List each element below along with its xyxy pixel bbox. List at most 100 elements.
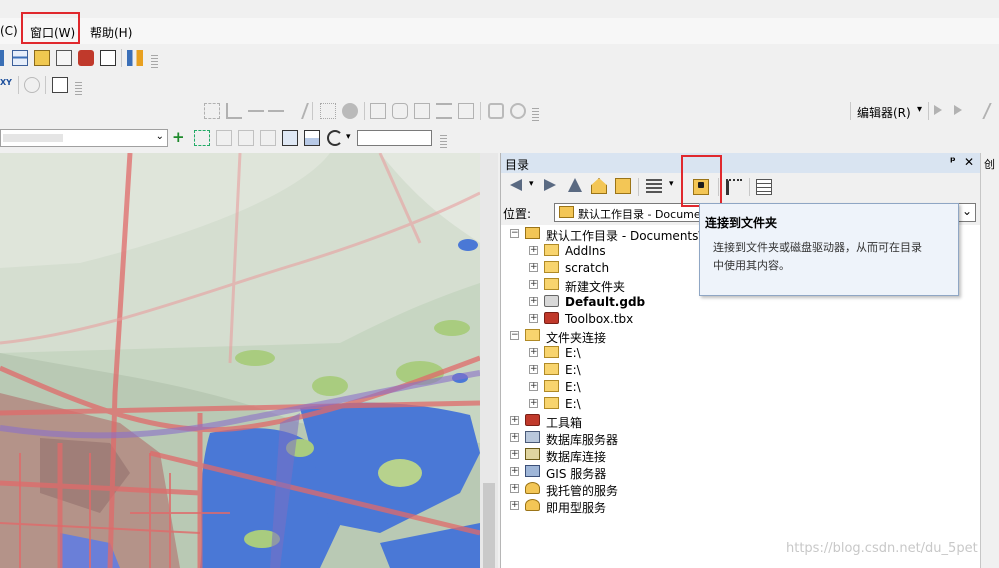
folder-icon [544, 380, 559, 392]
expand-icon[interactable]: + [510, 450, 519, 459]
up-one-level-icon[interactable] [568, 178, 582, 192]
tree-item[interactable]: + 数据库连接 [501, 447, 976, 464]
toggle-contents-icon[interactable] [726, 179, 742, 195]
back-icon[interactable] [508, 179, 522, 191]
side-panel-strip: 创 [980, 153, 999, 568]
view-dropdown-arrow[interactable]: ▾ [669, 179, 674, 189]
expand-icon[interactable]: + [529, 314, 538, 323]
edge-tool-icon[interactable] [226, 103, 242, 119]
rotate-icon[interactable] [327, 130, 343, 146]
editor-menu[interactable]: 编辑器(R) [857, 104, 911, 121]
tree-item[interactable]: − 文件夹连接 [501, 328, 976, 345]
tree-item[interactable]: + Default.gdb [501, 294, 976, 311]
rotation-angle-input[interactable] [357, 130, 432, 146]
zoom-to-link-icon[interactable] [238, 130, 254, 146]
align-edge-icon[interactable] [436, 103, 452, 119]
expand-icon[interactable]: + [529, 348, 538, 357]
time-slider-icon[interactable] [24, 77, 40, 93]
go-to-xy-icon[interactable]: XY [0, 78, 12, 94]
auto-registration-icon[interactable] [194, 130, 210, 146]
menu-item-help[interactable]: 帮助(H) [90, 24, 132, 41]
expand-icon[interactable]: + [510, 433, 519, 442]
line-tool-icon[interactable] [287, 103, 309, 119]
forward-icon[interactable] [544, 179, 556, 191]
rotate-tool-icon[interactable] [392, 103, 408, 119]
magnifier-window-icon[interactable] [52, 77, 68, 93]
link-table-icon[interactable] [304, 130, 320, 146]
edit-tool-icon[interactable] [934, 105, 942, 115]
map-view[interactable] [0, 153, 480, 568]
expand-icon[interactable]: + [529, 382, 538, 391]
vertex-tool-icon[interactable] [320, 103, 336, 119]
menu-item-customize[interactable]: (C) [0, 24, 18, 38]
collapse-icon[interactable]: − [510, 331, 519, 340]
tree-item[interactable]: + Toolbox.tbx [501, 311, 976, 328]
add-control-point-icon[interactable]: + [172, 130, 188, 146]
tree-item[interactable]: + E:\ [501, 362, 976, 379]
validate-topology-icon[interactable] [342, 103, 358, 119]
expand-icon[interactable]: + [510, 467, 519, 476]
tree-item[interactable]: + 工具箱 [501, 413, 976, 430]
toolbar-options-grip[interactable] [151, 55, 158, 69]
search-window-icon[interactable] [56, 50, 72, 66]
scrollbar-thumb[interactable] [483, 483, 495, 568]
expand-icon[interactable]: + [529, 246, 538, 255]
toolbar-options-grip[interactable] [75, 82, 82, 96]
expand-icon[interactable]: + [529, 280, 538, 289]
collapse-icon[interactable]: − [510, 229, 519, 238]
home-icon[interactable] [591, 178, 607, 194]
model-builder-icon[interactable] [127, 50, 143, 66]
viewer-icon[interactable] [282, 130, 298, 146]
fix-error-icon[interactable] [370, 103, 386, 119]
tree-item[interactable]: + GIS 服务器 [501, 464, 976, 481]
db-connection-icon [525, 448, 540, 460]
reshape-edge-icon[interactable] [458, 103, 474, 119]
straight-segment-icon[interactable] [968, 103, 992, 119]
close-icon[interactable]: ✕ [964, 155, 974, 169]
back-dropdown-arrow[interactable]: ▾ [529, 179, 534, 189]
expand-icon[interactable]: + [510, 484, 519, 493]
expand-icon[interactable]: + [529, 399, 538, 408]
extend-tool-icon[interactable] [268, 110, 284, 112]
highlight-box-window-menu [21, 12, 80, 44]
details-view-icon[interactable] [756, 179, 772, 195]
separator [480, 102, 481, 120]
catalog-window-icon[interactable] [34, 50, 50, 66]
expand-icon[interactable]: + [529, 365, 538, 374]
pin-icon[interactable]: ᵖ [950, 154, 956, 168]
chevron-down-icon[interactable]: ⌄ [962, 204, 972, 218]
python-window-icon[interactable] [100, 50, 116, 66]
toolbar-options-grip[interactable] [440, 135, 447, 149]
tree-item[interactable]: + E:\ [501, 379, 976, 396]
home-folder-icon[interactable] [615, 178, 631, 194]
arctoolbox-icon[interactable] [78, 50, 94, 66]
expand-icon[interactable]: + [510, 416, 519, 425]
delete-link-icon[interactable] [260, 130, 276, 146]
tree-item[interactable]: + 我托管的服务 [501, 481, 976, 498]
tree-item[interactable]: + 即用型服务 [501, 498, 976, 515]
map-vertical-scrollbar[interactable] [480, 153, 498, 568]
expand-icon[interactable]: + [529, 263, 538, 272]
edit-annotation-icon[interactable] [954, 105, 962, 115]
table-window-icon[interactable] [12, 50, 28, 66]
select-topology-icon[interactable] [204, 103, 220, 119]
rotate-dropdown-arrow[interactable]: ▾ [346, 132, 351, 142]
toolbar-options-grip[interactable] [532, 108, 539, 122]
tool-partial-icon[interactable] [0, 50, 4, 66]
tree-item[interactable]: + E:\ [501, 345, 976, 362]
error-inspector-icon[interactable] [414, 103, 430, 119]
tree-item[interactable]: + 数据库服务器 [501, 430, 976, 447]
topology-settings-icon[interactable] [488, 103, 504, 119]
split-tool-icon[interactable] [248, 110, 264, 112]
select-link-icon[interactable] [216, 130, 232, 146]
ready-services-icon [525, 499, 540, 511]
view-options-icon[interactable] [646, 179, 662, 195]
side-panel-tab[interactable]: 创 [984, 156, 995, 172]
expand-icon[interactable]: + [510, 501, 519, 510]
cluster-tolerance-icon[interactable] [510, 103, 526, 119]
standard-toolbar [0, 47, 170, 69]
tree-item[interactable]: + E:\ [501, 396, 976, 413]
editor-menu-arrow[interactable]: ▾ [917, 104, 922, 115]
layer-dropdown[interactable]: ⌄ [0, 129, 168, 147]
expand-icon[interactable]: + [529, 297, 538, 306]
